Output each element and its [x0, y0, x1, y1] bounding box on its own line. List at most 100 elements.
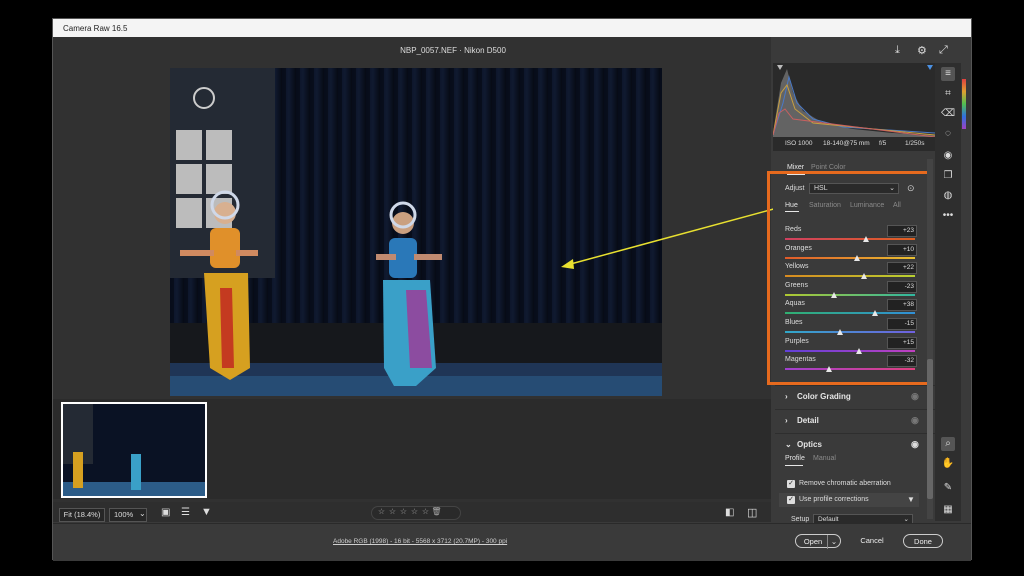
- color-sampler-icon[interactable]: ✎: [941, 481, 955, 495]
- app-title: Camera Raw 16.5: [63, 24, 128, 33]
- hsl-label-magentas: Magentas: [785, 356, 816, 363]
- workflow-options-link[interactable]: Adobe RGB (1998) - 16 bit - 5568 x 3712 …: [333, 538, 507, 545]
- title-bar: Camera Raw 16.5: [53, 19, 971, 37]
- trash-icon[interactable]: 🗑: [431, 507, 442, 516]
- hsl-value-reds[interactable]: +23: [887, 225, 917, 237]
- hsl-slider-thumb-aquas[interactable]: [872, 310, 878, 316]
- hsl-track-yellows[interactable]: [785, 275, 915, 277]
- section-detail[interactable]: › Detail ◉: [775, 409, 935, 432]
- hsl-slider-thumb-blues[interactable]: [837, 329, 843, 335]
- star-5[interactable]: ☆: [420, 507, 431, 516]
- remove-ca-label: Remove chromatic aberration: [799, 480, 891, 487]
- tab-mixer[interactable]: Mixer: [787, 164, 804, 171]
- presets-icon[interactable]: ◍: [941, 189, 955, 203]
- hsl-track-purples[interactable]: [785, 350, 915, 352]
- file-title: NBP_0057.NEF · Nikon D500: [400, 46, 506, 55]
- gear-icon[interactable]: ⚙: [917, 44, 927, 57]
- sort-icon[interactable]: ☰: [181, 507, 190, 518]
- star-1[interactable]: ☆: [376, 507, 387, 516]
- lens-value: 18-140@75 mm: [823, 140, 870, 147]
- eye-icon[interactable]: ◉: [911, 391, 919, 402]
- before-after-icon[interactable]: ◧: [725, 507, 734, 518]
- hsl-label-aquas: Aquas: [785, 300, 805, 307]
- hsl-track-reds[interactable]: [785, 238, 915, 240]
- scrollbar-thumb[interactable]: [927, 359, 933, 499]
- hsl-value-blues[interactable]: -15: [887, 318, 917, 330]
- hsl-label-reds: Reds: [785, 226, 802, 233]
- section-optics[interactable]: ⌄ Optics ◉: [775, 433, 935, 456]
- filter-icon[interactable]: ▼: [201, 506, 212, 518]
- hsl-value-greens[interactable]: -23: [887, 281, 917, 293]
- hsl-value-magentas[interactable]: -32: [887, 355, 917, 367]
- hsl-slider-thumb-yellows[interactable]: [861, 273, 867, 279]
- fullscreen-icon[interactable]: ⤢: [939, 44, 948, 57]
- chevron-down-icon: ⌄: [785, 440, 792, 449]
- star-3[interactable]: ☆: [398, 507, 409, 516]
- open-button[interactable]: Open ⌄: [795, 534, 841, 549]
- hsl-label-oranges: Oranges: [785, 245, 812, 252]
- cancel-button[interactable]: Cancel: [853, 534, 891, 548]
- hsl-slider-thumb-reds[interactable]: [863, 236, 869, 242]
- chevron-down-icon[interactable]: ⌄: [139, 509, 146, 518]
- camera-raw-window: Camera Raw 16.5 NBP_0057.NEF · Nikon D50…: [52, 18, 972, 561]
- hsl-slider-thumb-purples[interactable]: [856, 348, 862, 354]
- remove-ca-checkbox[interactable]: ✓: [787, 480, 795, 488]
- eye-icon[interactable]: ◉: [911, 415, 919, 426]
- eraser-icon[interactable]: ⌫: [941, 107, 955, 121]
- star-4[interactable]: ☆: [409, 507, 420, 516]
- chevron-right-icon: ›: [785, 416, 788, 425]
- shutter-value: 1/250s: [905, 140, 925, 147]
- snapshots-icon[interactable]: ❐: [941, 169, 955, 183]
- hsl-label-purples: Purples: [785, 338, 809, 345]
- open-options-chevron-icon[interactable]: ⌄: [827, 535, 840, 549]
- hsl-track-aquas[interactable]: [785, 312, 915, 314]
- histogram-metadata: ISO 1000 18-140@75 mm f/5 1/250s: [773, 137, 935, 151]
- hsl-label-blues: Blues: [785, 319, 803, 326]
- tab-manual[interactable]: Manual: [813, 455, 836, 462]
- setup-label: Setup: [791, 516, 810, 523]
- chevron-right-icon: ›: [785, 392, 788, 401]
- expand-triangle-icon[interactable]: ▼: [907, 495, 915, 504]
- zoom-fit-button[interactable]: Fit (18.4%): [59, 508, 105, 522]
- tab-profile[interactable]: Profile: [785, 455, 805, 462]
- use-profile-checkbox[interactable]: ✓: [787, 496, 795, 504]
- zoom-icon[interactable]: ⌕: [941, 437, 955, 451]
- red-eye-icon[interactable]: ◉: [941, 149, 955, 163]
- grid-icon[interactable]: ▦: [941, 503, 955, 517]
- done-button[interactable]: Done: [903, 534, 943, 548]
- hsl-track-greens[interactable]: [785, 294, 915, 296]
- hsl-label-yellows: Yellows: [785, 263, 809, 270]
- rating-stars[interactable]: ☆ ☆ ☆ ☆ ☆ 🗑: [371, 506, 461, 520]
- eye-icon[interactable]: ◉: [911, 439, 919, 450]
- save-icon[interactable]: ⤓: [895, 44, 900, 57]
- hsl-track-oranges[interactable]: [785, 257, 915, 259]
- use-profile-label: Use profile corrections: [799, 496, 869, 503]
- hsl-slider-thumb-greens[interactable]: [831, 292, 837, 298]
- edit-sliders-icon[interactable]: ≡: [941, 67, 955, 81]
- iso-value: ISO 1000: [785, 140, 813, 147]
- tool-strip: ≡ ⌗ ⌫ ◌ ◉ ❐ ◍ ••• ⌕ ✋ ✎ ▦: [935, 63, 961, 521]
- split-view-icon[interactable]: ◫: [747, 506, 757, 519]
- tab-point-color[interactable]: Point Color: [811, 164, 846, 171]
- hsl-track-blues[interactable]: [785, 331, 915, 333]
- hsl-value-purples[interactable]: +15: [887, 337, 917, 349]
- filmstrip-thumbnail[interactable]: [61, 402, 207, 498]
- hsl-label-greens: Greens: [785, 282, 808, 289]
- hsl-track-magentas[interactable]: [785, 368, 915, 370]
- crop-icon[interactable]: ⌗: [941, 87, 955, 101]
- aperture-value: f/5: [879, 140, 887, 147]
- section-color-grading[interactable]: › Color Grading ◉: [775, 385, 935, 408]
- masking-icon[interactable]: ◌: [941, 127, 955, 141]
- panel-scrollbar[interactable]: [927, 159, 933, 519]
- histogram: [772, 63, 936, 141]
- hand-icon[interactable]: ✋: [941, 457, 955, 471]
- compare-icon[interactable]: ▣: [161, 507, 170, 518]
- hsl-slider-thumb-magentas[interactable]: [826, 366, 832, 372]
- star-2[interactable]: ☆: [387, 507, 398, 516]
- hsl-value-oranges[interactable]: +10: [887, 244, 917, 256]
- tab-profile-underline: [785, 465, 803, 466]
- more-icon[interactable]: •••: [941, 209, 955, 223]
- hsl-slider-thumb-oranges[interactable]: [854, 255, 860, 261]
- hsl-value-yellows[interactable]: +22: [887, 262, 917, 274]
- hsl-value-aquas[interactable]: +38: [887, 299, 917, 311]
